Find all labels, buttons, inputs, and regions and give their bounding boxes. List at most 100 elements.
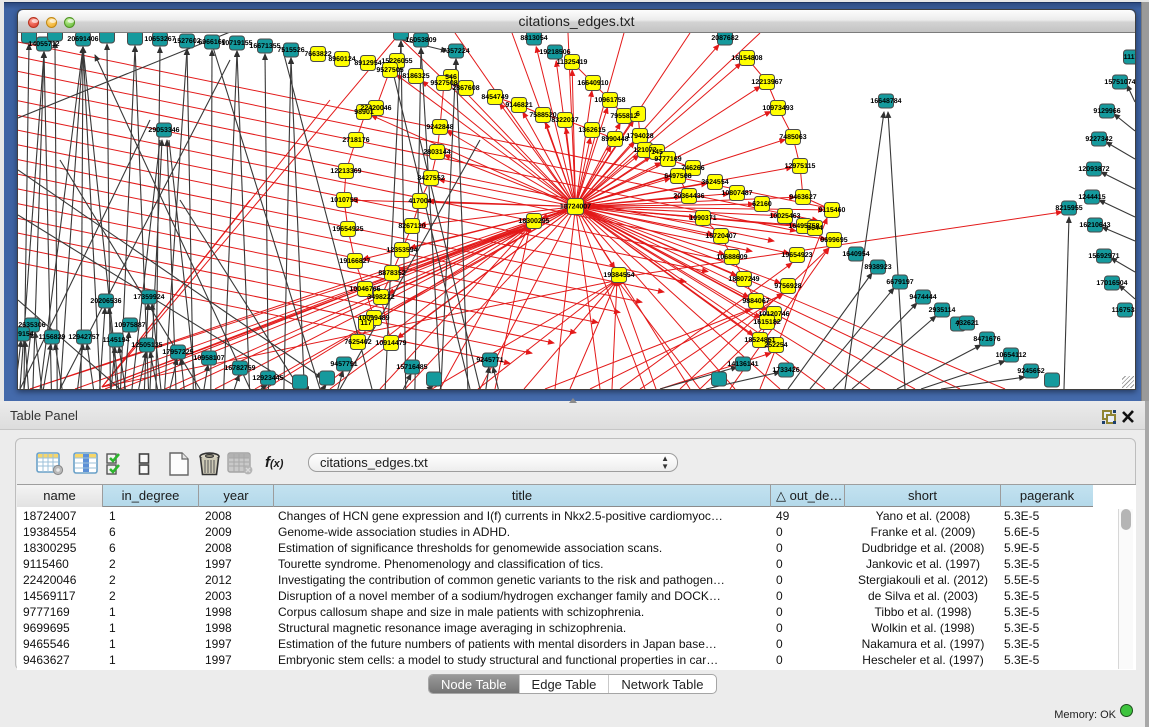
svg-text:15692971: 15692971 (1088, 253, 1119, 260)
svg-text:9644: 9644 (807, 225, 823, 232)
svg-text:10961758: 10961758 (594, 97, 625, 104)
svg-text:15226055: 15226055 (381, 58, 412, 65)
svg-text:10654112: 10654112 (996, 352, 1027, 359)
svg-text:14055712: 14055712 (28, 41, 59, 48)
svg-text:9457791: 9457791 (330, 361, 357, 368)
svg-text:16210643: 16210643 (1079, 222, 1110, 229)
svg-text:15751074: 15751074 (1104, 79, 1135, 86)
svg-text:16648784: 16648784 (870, 98, 901, 105)
svg-text:16671355: 16671355 (249, 43, 280, 50)
svg-text:3498222: 3498222 (367, 294, 394, 301)
svg-text:8813054: 8813054 (520, 35, 547, 42)
svg-text:7955812: 7955812 (610, 113, 637, 120)
svg-text:8960124: 8960124 (328, 56, 355, 63)
svg-text:17359924: 17359924 (133, 294, 164, 301)
svg-text:1090371: 1090371 (689, 215, 716, 222)
svg-text:12975115: 12975115 (785, 163, 816, 170)
svg-text:2718176: 2718176 (342, 137, 369, 144)
svg-text:18300295: 18300295 (518, 218, 549, 225)
svg-text:7625402: 7625402 (344, 339, 371, 346)
svg-text:10025463: 10025463 (769, 213, 800, 220)
svg-text:10046766: 10046766 (349, 286, 380, 293)
svg-text:16154808: 16154808 (731, 55, 762, 62)
svg-text:12213967: 12213967 (751, 79, 782, 86)
svg-text:145: 145 (651, 149, 663, 156)
svg-text:10653267: 10653267 (144, 36, 175, 43)
svg-text:10719155: 10719155 (221, 40, 252, 47)
svg-text:8990448: 8990448 (601, 136, 628, 143)
svg-text:7515526: 7515526 (277, 47, 304, 54)
svg-text:7485063: 7485063 (779, 134, 806, 141)
svg-text:9115460: 9115460 (819, 207, 846, 214)
svg-text:19218506: 19218506 (539, 49, 570, 56)
svg-text:8878352: 8878352 (378, 270, 405, 277)
svg-text:12353594: 12353594 (386, 247, 417, 254)
svg-text:19384554: 19384554 (603, 272, 634, 279)
svg-text:11325419: 11325419 (557, 59, 588, 66)
svg-text:417004: 417004 (408, 198, 431, 205)
svg-text:12213369: 12213369 (330, 168, 361, 175)
svg-text:20691406: 20691406 (67, 36, 98, 43)
svg-text:6: 6 (636, 111, 640, 118)
svg-text:18807249: 18807249 (728, 276, 759, 283)
svg-text:8938923: 8938923 (864, 264, 891, 271)
svg-text:8215955: 8215955 (1055, 205, 1082, 212)
svg-text:1145194: 1145194 (103, 337, 130, 344)
svg-text:9756928: 9756928 (774, 283, 801, 290)
svg-text:8186325: 8186325 (402, 73, 429, 80)
svg-text:15716485: 15716485 (396, 364, 427, 371)
svg-text:29053346: 29053346 (148, 127, 179, 134)
svg-text:432621: 432621 (955, 320, 978, 327)
svg-text:746266: 746266 (681, 165, 704, 172)
svg-text:98901: 98901 (354, 109, 374, 116)
svg-text:6679197: 6679197 (886, 279, 913, 286)
svg-text:16053809: 16053809 (405, 37, 436, 44)
svg-text:12505135: 12505135 (131, 342, 162, 349)
svg-text:16782759: 16782759 (224, 365, 255, 372)
svg-text:9699695: 9699695 (820, 237, 847, 244)
svg-text:10688609: 10688609 (716, 254, 747, 261)
svg-text:12093872: 12093872 (1078, 166, 1109, 173)
svg-text:252254: 252254 (764, 342, 787, 349)
svg-text:1167533: 1167533 (1112, 307, 1135, 314)
svg-text:1010755: 1010755 (330, 197, 357, 204)
svg-text:9245771: 9245771 (476, 357, 503, 364)
svg-text:10807487: 10807487 (721, 190, 752, 197)
svg-text:2635306: 2635306 (18, 322, 45, 329)
svg-text:20364436: 20364436 (673, 193, 704, 200)
svg-text:1527602: 1527602 (173, 38, 200, 45)
svg-text:9245652: 9245652 (1017, 368, 1044, 375)
svg-text:62160: 62160 (752, 201, 772, 208)
svg-text:1733426: 1733426 (772, 367, 799, 374)
svg-text:19654923: 19654923 (781, 252, 812, 259)
svg-text:9129966: 9129966 (1093, 108, 1120, 115)
svg-text:117: 117 (360, 320, 371, 327)
svg-text:17016504: 17016504 (1096, 280, 1127, 287)
svg-text:8454749: 8454749 (481, 94, 508, 101)
svg-text:17957225: 17957225 (162, 349, 193, 356)
svg-text:16640910: 16640910 (577, 80, 608, 87)
svg-text:2935114: 2935114 (929, 307, 956, 314)
svg-text:8322037: 8322037 (551, 117, 578, 124)
svg-text:3624554: 3624554 (701, 179, 728, 186)
svg-text:2867608: 2867608 (452, 85, 479, 92)
svg-text:1640954: 1640954 (842, 251, 869, 258)
svg-text:1156829: 1156829 (39, 334, 66, 341)
svg-text:9242848: 9242848 (426, 124, 453, 131)
svg-text:1615182: 1615182 (753, 319, 780, 326)
svg-text:10973493: 10973493 (762, 105, 793, 112)
svg-text:6497568: 6497568 (664, 173, 691, 180)
svg-text:10958107: 10958107 (193, 355, 224, 362)
svg-text:19166827: 19166827 (339, 258, 370, 265)
svg-text:14136141: 14136141 (727, 361, 758, 368)
svg-text:9884067: 9884067 (742, 298, 769, 305)
svg-text:19654925: 19654925 (332, 226, 363, 233)
svg-text:8267130: 8267130 (398, 223, 425, 230)
svg-text:2087682: 2087682 (711, 35, 738, 42)
svg-text:12942757: 12942757 (68, 334, 99, 341)
svg-text:7357224: 7357224 (442, 48, 469, 55)
svg-text:8427552: 8427552 (417, 175, 444, 182)
svg-text:8912954: 8912954 (354, 60, 381, 67)
svg-text:10975887: 10975887 (114, 322, 145, 329)
svg-text:10914479: 10914479 (375, 340, 406, 347)
